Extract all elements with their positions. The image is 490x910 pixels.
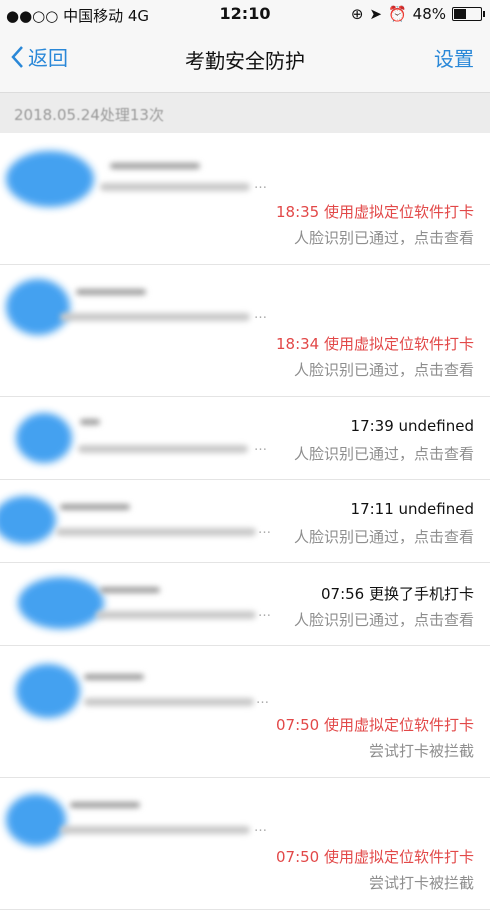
record-event: 07:50 使用虚拟定位软件打卡: [276, 716, 474, 734]
list-item[interactable]: … 18:34 使用虚拟定位软件打卡 人脸识别已通过，点击查看: [0, 265, 490, 397]
avatar: [6, 151, 94, 207]
blurred-detail: [100, 183, 250, 191]
section-header: 2018.05.24处理13次: [0, 93, 490, 133]
avatar: [6, 279, 70, 335]
ellipsis: …: [254, 439, 267, 454]
navigation-bar: 返回 考勤安全防护 设置: [0, 28, 490, 93]
list-item[interactable]: … 07:50 使用虚拟定位软件打卡 尝试打卡被拦截: [0, 646, 490, 778]
blurred-detail: [96, 611, 256, 619]
record-status: 人脸识别已通过，点击查看: [293, 229, 474, 247]
record-event: 17:39 undefined: [350, 417, 474, 435]
record-status: 人脸识别已通过，点击查看: [293, 611, 474, 629]
list-item[interactable]: … 18:35 使用虚拟定位软件打卡 人脸识别已通过，点击查看: [0, 133, 490, 265]
blurred-name: [70, 802, 140, 808]
ellipsis: …: [258, 522, 271, 537]
orientation-lock-icon: ⊕: [350, 5, 364, 23]
blurred-detail: [60, 826, 250, 834]
alarm-icon: ⏰: [387, 5, 407, 23]
avatar: [18, 577, 104, 629]
record-list: … 18:35 使用虚拟定位软件打卡 人脸识别已通过，点击查看 … 18:34 …: [0, 133, 490, 910]
status-bar: ●●○○ 中国移动 4G 12:10 ⊕ ➤ ⏰ 48%: [0, 0, 490, 28]
record-event: 17:11 undefined: [350, 500, 474, 518]
blurred-detail: [56, 528, 256, 536]
list-item[interactable]: … 07:50 使用虚拟定位软件打卡 尝试打卡被拦截: [0, 778, 490, 910]
date-summary: 2018.05.24处理13次: [14, 106, 164, 124]
blurred-name: [60, 504, 130, 510]
battery-icon: [452, 7, 485, 21]
blurred-name: [84, 674, 144, 680]
record-status: 人脸识别已通过，点击查看: [293, 445, 474, 463]
blurred-name: [76, 289, 146, 295]
ellipsis: …: [254, 307, 267, 322]
blurred-detail: [84, 698, 254, 706]
page-title: 考勤安全防护: [185, 49, 305, 73]
list-item[interactable]: … 17:11 undefined 人脸识别已通过，点击查看: [0, 480, 490, 563]
blurred-name: [100, 587, 160, 593]
record-status: 尝试打卡被拦截: [368, 874, 474, 892]
blurred-detail: [78, 445, 248, 453]
record-event: 18:34 使用虚拟定位软件打卡: [276, 335, 474, 353]
record-status: 人脸识别已通过，点击查看: [293, 361, 474, 379]
avatar: [16, 413, 72, 463]
avatar: [0, 496, 56, 544]
ellipsis: …: [254, 820, 267, 835]
avatar: [16, 664, 80, 718]
ellipsis: …: [258, 605, 271, 620]
blurred-name: [80, 419, 100, 425]
settings-button[interactable]: 设置: [434, 43, 474, 72]
status-icons: ⊕ ➤ ⏰ 48%: [350, 5, 485, 23]
list-item[interactable]: … 07:56 更换了手机打卡 人脸识别已通过，点击查看: [0, 563, 490, 646]
blurred-name: [110, 163, 200, 169]
ellipsis: …: [256, 692, 269, 707]
blurred-detail: [60, 313, 250, 321]
avatar: [6, 794, 66, 846]
record-event: 07:56 更换了手机打卡: [321, 585, 474, 603]
battery-percent: 48%: [412, 5, 446, 23]
record-status: 尝试打卡被拦截: [368, 742, 474, 760]
record-event: 18:35 使用虚拟定位软件打卡: [276, 203, 474, 221]
record-status: 人脸识别已通过，点击查看: [293, 528, 474, 546]
list-item[interactable]: … 17:39 undefined 人脸识别已通过，点击查看: [0, 397, 490, 480]
location-arrow-icon: ➤: [369, 5, 382, 23]
record-event: 07:50 使用虚拟定位软件打卡: [276, 848, 474, 866]
ellipsis: …: [254, 177, 267, 192]
